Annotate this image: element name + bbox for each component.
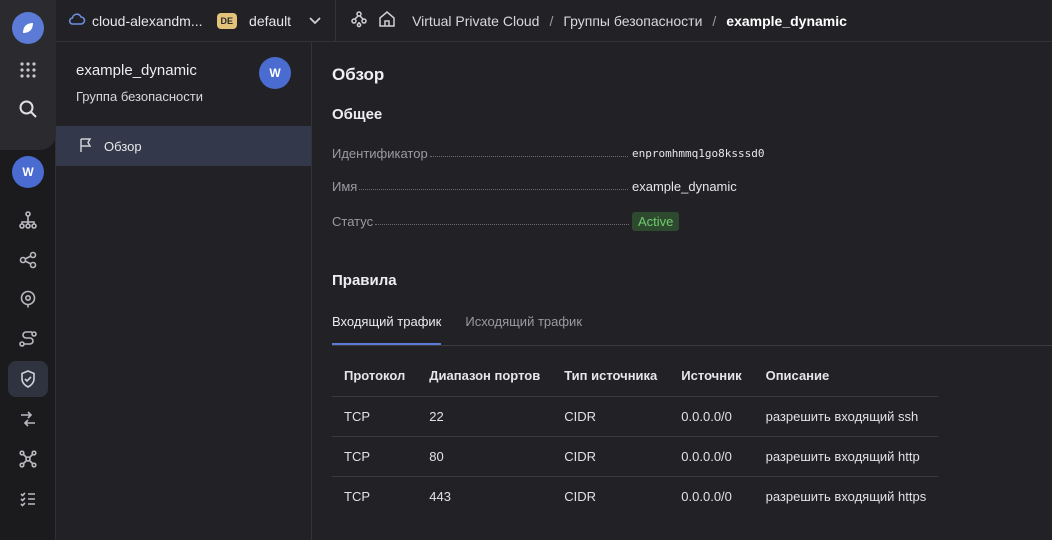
tab-inbound[interactable]: Входящий трафик [332, 314, 442, 345]
traffic-tabs: Входящий трафик Исходящий трафик [332, 314, 1052, 346]
breadcrumb-separator: / [712, 12, 717, 29]
route-icon[interactable] [8, 321, 48, 357]
rules-heading: Правила [332, 272, 397, 289]
cell-port-range: 22 [417, 396, 553, 437]
dotted-leader [359, 188, 629, 190]
cell-protocol: TCP [344, 488, 370, 504]
table-row[interactable]: TCP 80 CIDR 0.0.0.0/0 разрешить входящий… [332, 436, 939, 477]
field-label: Имя [332, 178, 358, 194]
cell-protocol: TCP [332, 396, 418, 437]
list-icon[interactable] [8, 481, 48, 517]
arrows-icon[interactable] [8, 401, 48, 437]
field-id: Идентификатор enpromhmmq1go8ksssd0 [332, 143, 1032, 163]
cloud-selector[interactable]: cloud-alexandm... DE default [68, 12, 321, 29]
cell-source-type: CIDR [552, 396, 670, 437]
field-value: enpromhmmq1go8ksssd0 [632, 146, 765, 160]
breadcrumb-security-groups[interactable]: Группы безопасности [563, 13, 702, 29]
table-header-row: Протокол Диапазон портов Тип источника И… [332, 356, 939, 397]
resource-title: example_dynamic [76, 62, 197, 79]
cell-source-type: CIDR [564, 488, 596, 504]
cell-port-range: 443 [429, 488, 451, 504]
cell-protocol: TCP [332, 436, 418, 477]
field-status: Статус Active [332, 211, 1032, 231]
home-icon[interactable] [378, 10, 396, 31]
cloud-name: cloud-alexandm... [92, 12, 203, 29]
cloud-icon [68, 12, 86, 29]
left-rail: W [0, 0, 56, 540]
search-icon[interactable] [8, 91, 48, 127]
location-pin-icon[interactable] [8, 281, 48, 317]
tab-outbound[interactable]: Исходящий трафик [465, 314, 582, 345]
breadcrumb: Virtual Private Cloud / Группы безопасно… [350, 10, 847, 31]
share-icon[interactable] [8, 242, 48, 278]
vpc-badge-icon: W [259, 57, 291, 89]
column-header: Диапазон портов [417, 356, 553, 397]
field-value: example_dynamic [632, 178, 737, 194]
column-header: Источник [669, 356, 754, 397]
dotted-leader [375, 223, 630, 225]
resource-type: Группа безопасности [76, 89, 203, 104]
top-bar: cloud-alexandm... DE default Virtual Pri… [56, 0, 1052, 42]
table-row[interactable]: TCP 22 CIDR 0.0.0.0/0 разрешить входящий… [332, 396, 939, 437]
cell-source: 0.0.0.0/0 [669, 436, 754, 477]
grid-icon[interactable] [8, 52, 48, 88]
cell-description: разрешить входящий ssh [753, 396, 939, 437]
dotted-leader [429, 155, 628, 157]
shield-icon[interactable] [8, 361, 48, 397]
field-label: Идентификатор [332, 145, 428, 161]
network-icon[interactable] [8, 202, 48, 238]
status-badge: Active [632, 211, 680, 231]
breadcrumb-separator: / [549, 12, 554, 29]
app-logo-icon[interactable] [12, 12, 44, 44]
cell-source-type: CIDR [552, 436, 670, 477]
rules-table: Протокол Диапазон портов Тип источника И… [332, 356, 939, 516]
cell-source: 0.0.0.0/0 [681, 488, 732, 504]
page-title: Обзор [332, 65, 385, 84]
cell-source: 0.0.0.0/0 [669, 396, 754, 437]
flag-icon [78, 137, 94, 156]
field-name: Имя example_dynamic [332, 176, 1032, 196]
nodes-icon[interactable] [8, 441, 48, 477]
column-header: Протокол [332, 356, 418, 397]
cell-description: разрешить входящий https [765, 488, 927, 504]
breadcrumb-vpc[interactable]: Virtual Private Cloud [412, 13, 539, 29]
field-label: Статус [332, 213, 374, 229]
resource-sidebar: example_dynamic Группа безопасности W Об… [56, 42, 312, 540]
sidebar-item-overview[interactable]: Обзор [56, 126, 311, 166]
cell-description: разрешить входящий http [753, 436, 939, 477]
table-row[interactable]: TCP 443 CIDR 0.0.0.0/0 разрешить входящи… [332, 476, 938, 516]
vpc-service-icon[interactable]: W [12, 156, 44, 188]
cell-port-range: 80 [417, 436, 553, 477]
folder-name: default [249, 12, 292, 29]
chevron-down-icon[interactable] [309, 14, 321, 28]
column-header: Описание [753, 356, 939, 397]
breadcrumb-current: example_dynamic [726, 12, 847, 29]
main-content: Обзор Общее Идентификатор enpromhmmq1go8… [313, 42, 1052, 540]
topbar-divider [335, 0, 337, 42]
sidebar-item-label: Обзор [104, 138, 142, 154]
folder-badge: DE [216, 12, 238, 29]
general-heading: Общее [332, 106, 383, 123]
column-header: Тип источника [552, 356, 670, 397]
service-map-icon[interactable] [350, 10, 368, 31]
